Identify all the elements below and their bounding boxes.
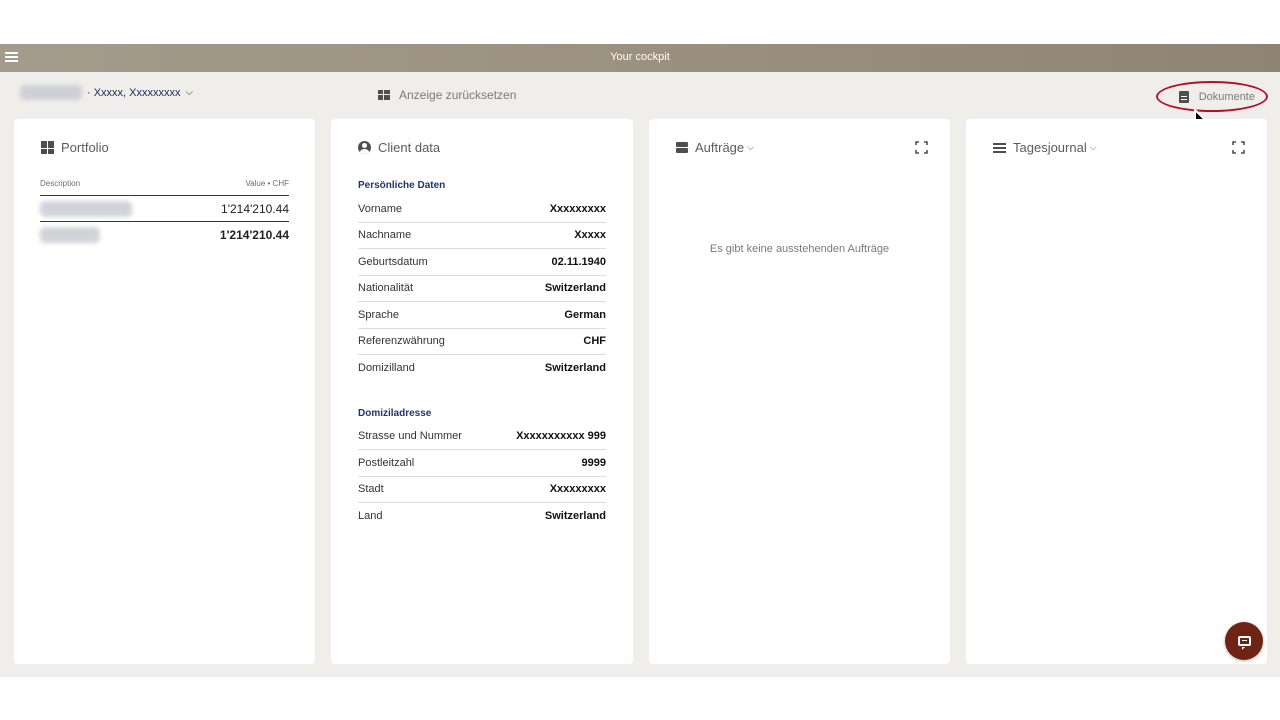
table-row-total: 1'214'210.44 [40,222,289,248]
field-label: Strasse und Nummer [358,430,462,443]
user-circle-icon [358,141,371,154]
orders-empty-message: Es gibt keine ausstehenden Aufträge [709,243,890,255]
col-description: Description [40,179,81,188]
portfolio-card: Portfolio Description Value • CHF 1'214'… [14,119,315,664]
expand-icon[interactable] [1232,141,1245,154]
personal-rows: Vorname Xxxxxxxxx Nachname Xxxxx Geburtsda… [358,196,606,382]
documents-label: Dokumente [1198,90,1255,103]
chat-icon [1237,636,1251,650]
top-bar: Your cockpit [0,44,1280,72]
field-value: 9999 [581,456,606,469]
field-value: 02.11.1940 [551,255,606,268]
portfolio-table: Description Value • CHF 1'214'210.44 1'2… [40,179,289,248]
section-heading-personal: Persönliche Daten [358,180,446,191]
redacted-description [40,200,132,217]
chevron-down-icon: ⌵ [1089,142,1097,152]
field-value: Xxxxxxxxxxx 999 [516,430,606,443]
journal-card: Tagesjournal ⌵ [966,119,1267,664]
journal-title: Tagesjournal [1013,140,1087,155]
field-label: Postleitzahl [358,456,415,469]
chat-button[interactable] [1225,622,1263,660]
field-label: Land [358,510,383,523]
journal-header[interactable]: Tagesjournal ⌵ [993,140,1097,155]
list-item: Stadt Xxxxxxxxx [358,477,606,503]
portfolio-header: Portfolio [41,140,109,155]
list-item: Land Switzerland [358,503,606,530]
dashboard-icon [378,90,390,100]
client-data-list: Persönliche Daten Vorname Xxxxxxxxx Nachn… [358,177,606,530]
redacted-client-number [20,85,82,100]
list-item: Vorname Xxxxxxxxx [358,196,606,223]
field-label: Stadt [358,483,384,496]
app-main: · Xxxxx, Xxxxxxxxx ⌵ Anzeige zurücksetze… [0,72,1280,677]
field-value: German [564,308,606,321]
field-label: Sprache [358,308,399,321]
field-label: Nationalität [358,282,414,295]
address-rows: Strasse und Nummer Xxxxxxxxxxx 999 Postle… [358,424,606,530]
reset-view-button[interactable]: Anzeige zurücksetzen [378,88,516,102]
expand-icon[interactable] [915,141,928,154]
field-label: Referenzwährung [358,335,445,348]
field-value: Xxxxxxxxx [549,202,606,215]
list-item: Nachname Xxxxx [358,223,606,249]
reset-view-label: Anzeige zurücksetzen [399,88,517,102]
orders-header[interactable]: Aufträge ⌵ [676,140,754,155]
list-item: Sprache German [358,302,606,329]
col-value: Value • CHF [245,179,289,188]
app-title: Your cockpit [610,51,670,63]
orders-icon [676,142,688,153]
list-item: Domizilland Switzerland [358,355,606,382]
list-item: Strasse und Nummer Xxxxxxxxxxx 999 [358,424,606,450]
field-value: Xxxxxxxxx [549,483,606,496]
field-label: Domizilland [358,362,415,375]
sub-toolbar: · Xxxxx, Xxxxxxxxx ⌵ Anzeige zurücksetze… [0,72,1280,155]
orders-title: Aufträge [695,140,745,155]
list-item: Nationalität Switzerland [358,276,606,302]
client-selector[interactable]: · Xxxxx, Xxxxxxxxx ⌵ [20,85,193,100]
document-icon [1178,90,1189,103]
orders-card: Aufträge ⌵ Es gibt keine ausstehenden Au… [649,119,950,664]
list-item: Geburtsdatum 02.11.1940 [358,249,606,276]
field-value: Switzerland [544,362,606,375]
client-data-header: Client data [358,140,440,155]
row-value: 1'214'210.44 [221,201,289,216]
field-label: Nachname [358,229,412,242]
field-value: Switzerland [544,282,606,295]
field-value: Xxxxx [574,229,606,242]
row-value: 1'214'210.44 [219,228,289,242]
portfolio-table-header: Description Value • CHF [40,179,289,196]
list-item: Postleitzahl 9999 [358,450,606,477]
redacted-description [40,227,100,243]
field-value: CHF [583,335,606,348]
client-name: · Xxxxx, Xxxxxxxxx [87,86,181,99]
field-label: Geburtsdatum [358,255,428,268]
portfolio-icon [41,141,54,154]
table-row[interactable]: 1'214'210.44 [40,196,289,222]
list-item: Referenzwährung CHF [358,329,606,355]
client-data-card: Client data Persönliche Daten Vorname Xxx… [331,119,633,664]
portfolio-title: Portfolio [61,140,109,155]
field-label: Vorname [358,202,403,215]
list-icon [993,142,1006,153]
field-value: Switzerland [544,510,606,523]
chevron-down-icon: ⌵ [747,142,754,152]
client-data-title: Client data [378,140,441,155]
section-heading-address: Domiziladresse [358,407,432,419]
chevron-down-icon: ⌵ [185,87,194,98]
